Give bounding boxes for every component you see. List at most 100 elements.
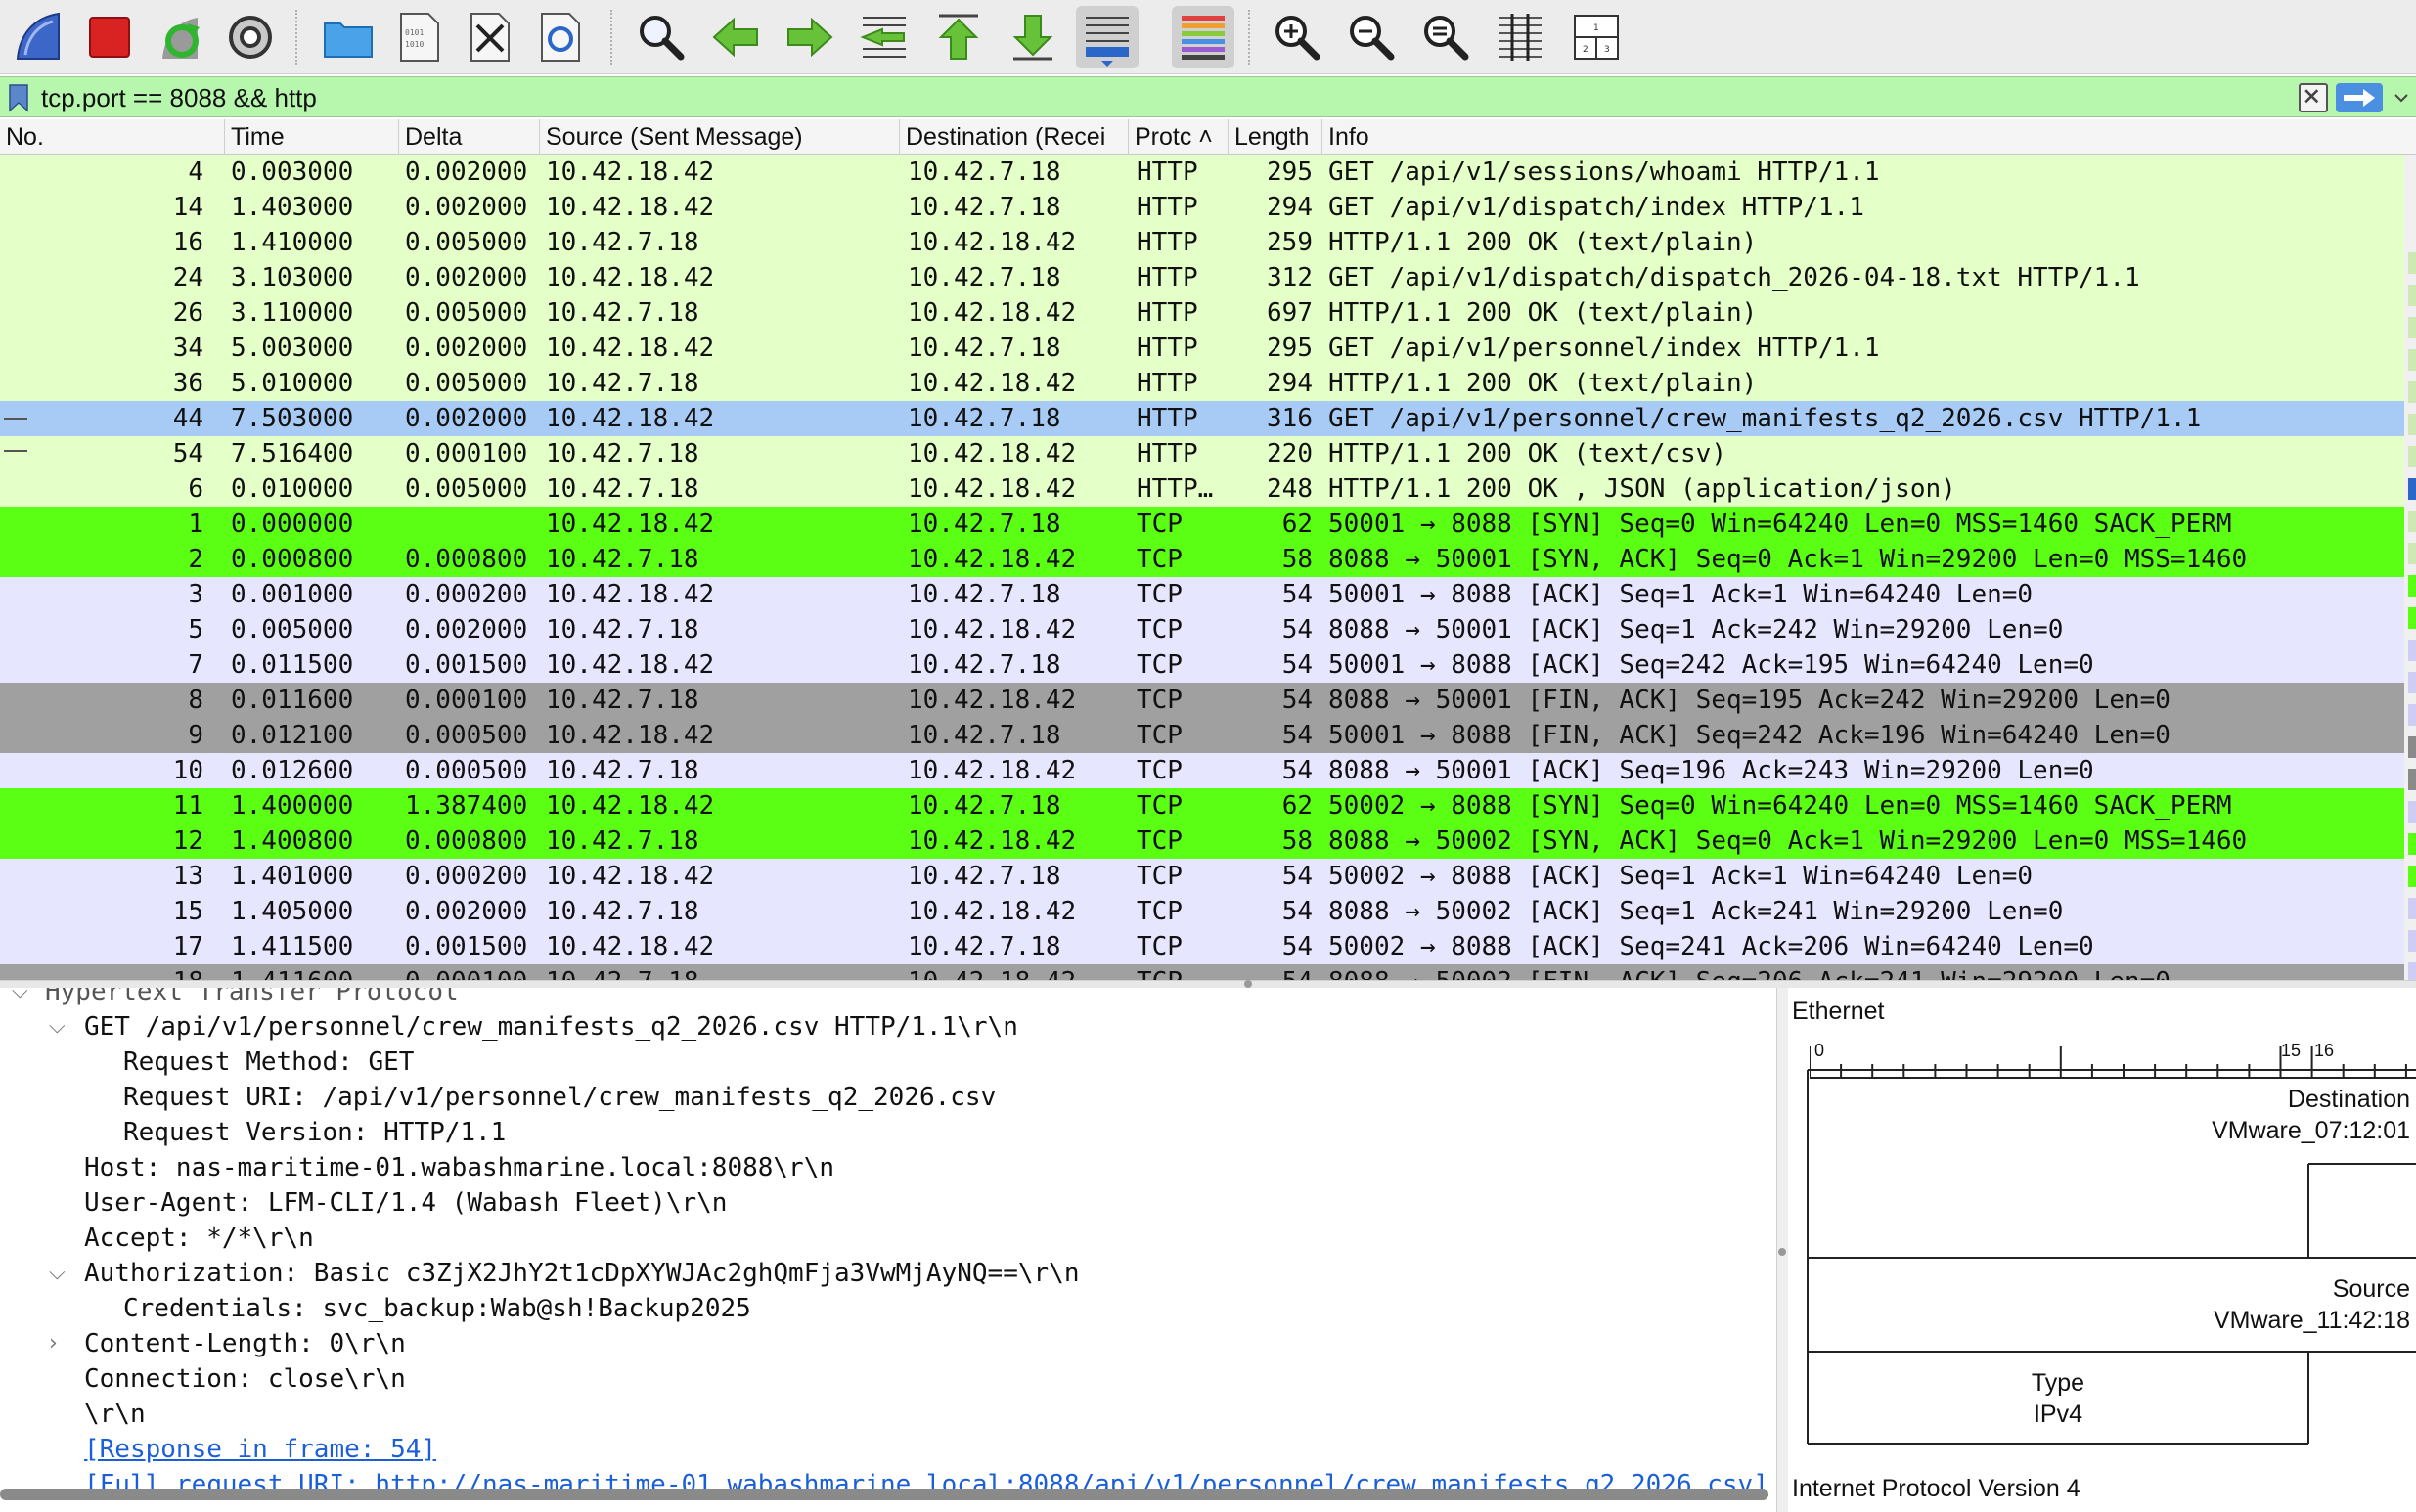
cell-no: 17 <box>172 932 203 961</box>
cell-proto: TCP <box>1137 964 1225 980</box>
table-row[interactable]: 24 3.103000 0.002000 10.42.18.42 10.42.7.18 H… <box>0 260 2404 295</box>
go-last-icon[interactable] <box>1002 6 1064 68</box>
cell-src: 10.42.7.18 <box>546 826 699 856</box>
cell-dst: 10.42.7.18 <box>908 580 1061 609</box>
table-row[interactable]: 12 1.400800 0.000800 10.42.7.18 10.42.18.42 T… <box>0 823 2404 859</box>
go-forward-icon[interactable] <box>779 6 841 68</box>
main-toolbar: 0101 1010 1 2 3 <box>0 0 2416 74</box>
clear-filter-icon[interactable] <box>2299 83 2328 112</box>
table-row[interactable]: 6 0.010000 0.005000 10.42.7.18 10.42.18.42 HT… <box>0 471 2404 507</box>
detail-line[interactable]: ⌵ GET /api/v1/personnel/crew_manifests_q2… <box>0 1009 1770 1045</box>
column-header-info[interactable]: Info <box>1322 119 2416 155</box>
table-row[interactable]: 16 1.410000 0.005000 10.42.7.18 10.42.18.42 H… <box>0 225 2404 260</box>
cell-src: 10.42.18.42 <box>546 404 715 433</box>
go-to-packet-icon[interactable] <box>853 6 916 68</box>
cell-proto: TCP <box>1137 615 1183 645</box>
detail-line[interactable]: Accept: */*\r\n <box>0 1221 1770 1256</box>
apply-filter-icon[interactable] <box>2336 83 2383 112</box>
detail-line[interactable]: Host: nas-maritime-01.wabashmarine.local… <box>0 1150 1770 1185</box>
detail-line[interactable]: Credentials: svc_backup:Wab@sh!Backup202… <box>0 1291 1770 1326</box>
table-row[interactable]: 8 0.011600 0.000100 10.42.7.18 10.42.18.42 TC… <box>0 683 2404 718</box>
detail-line[interactable]: Request URI: /api/v1/personnel/crew_mani… <box>0 1080 1770 1115</box>
packet-list-scrollbar[interactable] <box>2404 155 2416 980</box>
detail-line[interactable]: Request Method: GET <box>0 1045 1770 1080</box>
scrollbar-minimap-mark <box>2408 833 2416 855</box>
column-header-no[interactable]: No. <box>0 119 225 155</box>
restart-capture-icon[interactable] <box>149 6 211 68</box>
table-row[interactable]: 18 1.411600 0.000100 10.42.7.18 10.42.18.42 T… <box>0 964 2404 980</box>
colorize-icon[interactable] <box>1172 6 1234 68</box>
detail-line[interactable]: ⌵ Authorization: Basic c3ZjX2JhY2t1cDpXYW… <box>0 1256 1770 1291</box>
details-horizontal-scrollbar[interactable] <box>0 1489 1768 1500</box>
column-header-protocol[interactable]: Protc ˄ <box>1129 119 1229 155</box>
chevron-down-icon[interactable] <box>2393 89 2410 107</box>
save-file-icon[interactable]: 0101 1010 <box>387 6 450 68</box>
column-header-destination[interactable]: Destination (Recei <box>900 119 1129 155</box>
detail-line[interactable]: \r\n <box>0 1397 1770 1432</box>
column-header-delta[interactable]: Delta <box>399 119 540 155</box>
resize-columns-icon[interactable] <box>1489 6 1551 68</box>
detail-line[interactable]: User-Agent: LFM-CLI/1.4 (Wabash Fleet)\r… <box>0 1185 1770 1221</box>
close-file-icon[interactable] <box>458 6 520 68</box>
cell-delta: 0.000200 <box>405 862 528 891</box>
table-row-selected[interactable]: 44 7.503000 0.002000 10.42.18.42 10.42.7.18 H… <box>0 401 2404 436</box>
table-row[interactable]: 10 0.012600 0.000500 10.42.7.18 10.42.18.42 T… <box>0 753 2404 788</box>
cell-delta: 1.387400 <box>405 791 528 821</box>
table-row[interactable]: 13 1.401000 0.000200 10.42.18.42 10.42.7.18 T… <box>0 859 2404 894</box>
start-capture-icon[interactable] <box>8 6 70 68</box>
table-row[interactable]: 5 0.005000 0.002000 10.42.7.18 10.42.18.42 TC… <box>0 612 2404 647</box>
chevron-down-icon[interactable]: ⌵ <box>12 988 31 1009</box>
column-header-time[interactable]: Time <box>225 119 399 155</box>
table-row[interactable]: 36 5.010000 0.005000 10.42.7.18 10.42.18.42 H… <box>0 366 2404 401</box>
capture-options-icon[interactable] <box>219 6 282 68</box>
splitter-handle[interactable] <box>1778 1248 1786 1256</box>
bookmark-icon[interactable] <box>8 83 29 112</box>
table-row[interactable]: 14 1.403000 0.002000 10.42.18.42 10.42.7.18 H… <box>0 190 2404 225</box>
normal-size-icon[interactable] <box>1414 6 1477 68</box>
table-row[interactable]: 4 0.003000 0.002000 10.42.18.42 10.42.7.18 HT… <box>0 155 2404 190</box>
cell-time: 0.003000 <box>231 157 354 187</box>
go-back-icon[interactable] <box>704 6 767 68</box>
packet-diagram-pane: Ethernet 0 15 16 Destination VMware_07:1… <box>1788 988 2416 1512</box>
table-row[interactable]: 3 0.001000 0.000200 10.42.18.42 10.42.7.18 TC… <box>0 577 2404 612</box>
chevron-down-icon[interactable]: ⌵ <box>49 1009 68 1045</box>
detail-line[interactable]: Connection: close\r\n <box>0 1361 1770 1397</box>
go-first-icon[interactable] <box>927 6 990 68</box>
table-row[interactable]: 15 1.405000 0.002000 10.42.7.18 10.42.18.42 T… <box>0 894 2404 929</box>
table-row[interactable]: 9 0.012100 0.000500 10.42.18.42 10.42.7.18 TC… <box>0 718 2404 753</box>
zoom-out-icon[interactable] <box>1340 6 1403 68</box>
cell-len: 62 <box>1281 510 1313 539</box>
details-partial-header[interactable]: ⌵ Hypertext Transfer Protocol <box>0 988 1761 1009</box>
layout-icon[interactable]: 1 2 3 <box>1565 6 1628 68</box>
table-row[interactable]: 26 3.110000 0.005000 10.42.7.18 10.42.18.42 H… <box>0 295 2404 331</box>
open-file-icon[interactable] <box>317 6 380 68</box>
column-header-source[interactable]: Source (Sent Message) <box>540 119 900 155</box>
table-row[interactable]: 7 0.011500 0.001500 10.42.18.42 10.42.7.18 TC… <box>0 647 2404 683</box>
table-row[interactable]: 2 0.000800 0.000800 10.42.7.18 10.42.18.42 TC… <box>0 542 2404 577</box>
detail-link[interactable]: [Response in frame: 54] <box>84 1432 436 1467</box>
packet-list-header: No. Time Delta Source (Sent Message) Des… <box>0 119 2416 155</box>
cell-proto: TCP <box>1137 545 1183 574</box>
column-header-length[interactable]: Length <box>1229 119 1322 155</box>
cell-proto: TCP <box>1137 510 1183 539</box>
autoscroll-icon[interactable] <box>1076 6 1139 68</box>
display-filter-input[interactable]: tcp.port == 8088 && http <box>41 81 317 114</box>
table-row[interactable]: 34 5.003000 0.002000 10.42.18.42 10.42.7.18 H… <box>0 331 2404 366</box>
table-row[interactable]: 1 0.000000 10.42.18.42 10.42.7.18 TCP 62 50001… <box>0 507 2404 542</box>
chevron-down-icon[interactable]: ⌵ <box>49 1256 68 1291</box>
table-row[interactable]: 54 7.516400 0.000100 10.42.7.18 10.42.18.42 H… <box>0 436 2404 471</box>
reload-file-icon[interactable] <box>528 6 591 68</box>
table-row[interactable]: 11 1.400000 1.387400 10.42.18.42 10.42.7.18 T… <box>0 788 2404 823</box>
table-row[interactable]: 17 1.411500 0.001500 10.42.18.42 10.42.7.18 T… <box>0 929 2404 964</box>
cell-no: 54 <box>172 439 203 468</box>
detail-line[interactable]: › Content-Length: 0\r\n <box>0 1326 1770 1361</box>
pane-splitter[interactable] <box>0 980 2416 988</box>
find-packet-icon[interactable] <box>630 6 693 68</box>
stop-capture-icon[interactable] <box>78 6 141 68</box>
detail-line[interactable]: [Response in frame: 54] <box>0 1432 1770 1467</box>
chevron-right-icon[interactable]: › <box>49 1326 68 1361</box>
splitter-handle[interactable] <box>1244 980 1252 988</box>
detail-line[interactable]: Request Version: HTTP/1.1 <box>0 1115 1770 1150</box>
cell-len: 312 <box>1267 263 1313 292</box>
zoom-in-icon[interactable] <box>1266 6 1328 68</box>
